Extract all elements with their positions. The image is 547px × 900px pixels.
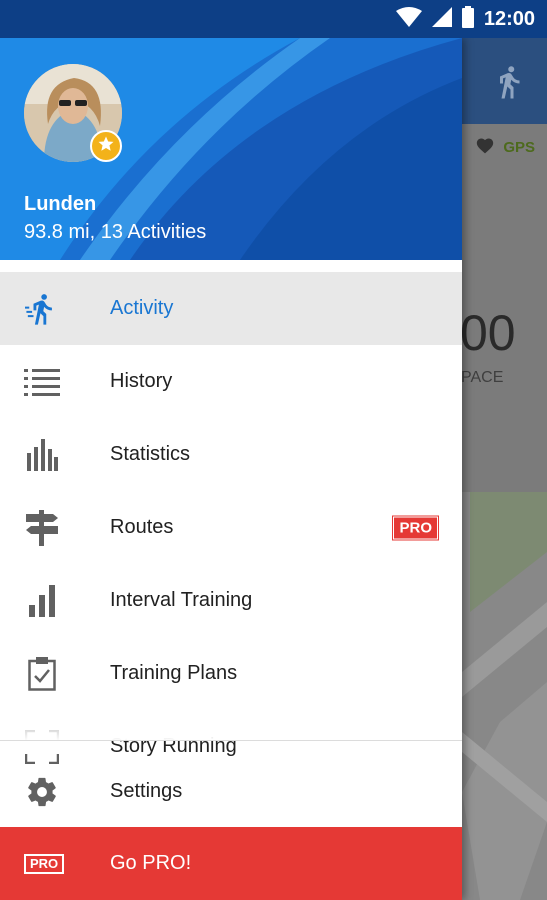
bar-chart-icon: [24, 437, 60, 473]
menu-label-history: History: [110, 370, 173, 392]
user-stats: 93.8 mi, 13 Activities: [24, 221, 207, 243]
menu-label-routes: Routes: [110, 516, 174, 538]
navigation-drawer: Lunden 93.8 mi, 13 Activities Activity H…: [0, 38, 462, 900]
go-pro-label: Go PRO!: [110, 852, 192, 874]
signal-icon: [431, 6, 452, 32]
menu-item-interval-training[interactable]: Interval Training: [0, 564, 462, 637]
heart-icon: [475, 136, 495, 159]
drawer-menu: Activity History Statistics Routes PRO I…: [0, 272, 462, 783]
status-time: 12:00: [483, 7, 535, 30]
menu-item-routes[interactable]: Routes PRO: [0, 491, 462, 564]
battery-icon: [461, 5, 474, 33]
menu-label-statistics: Statistics: [110, 443, 191, 465]
drawer-header: Lunden 93.8 mi, 13 Activities: [0, 38, 462, 260]
signpost-icon: [24, 509, 60, 546]
list-icon: [24, 364, 60, 400]
divider: [0, 740, 462, 741]
menu-label-interval-training: Interval Training: [110, 589, 253, 611]
menu-item-history[interactable]: History: [0, 345, 462, 418]
menu-item-statistics[interactable]: Statistics: [0, 418, 462, 491]
clipboard-check-icon: [24, 656, 60, 692]
star-icon: [97, 135, 115, 158]
pro-badge: PRO: [392, 515, 439, 540]
menu-item-settings[interactable]: Settings: [0, 755, 462, 828]
menu-item-training-plans[interactable]: Training Plans: [0, 637, 462, 710]
user-name: Lunden: [24, 193, 97, 215]
menu-label-activity: Activity: [110, 297, 174, 319]
pace-label: PACE: [461, 369, 504, 386]
go-pro-button[interactable]: PRO Go PRO!: [0, 827, 462, 900]
status-bar: 12:00: [0, 0, 547, 38]
menu-item-activity[interactable]: Activity: [0, 272, 462, 345]
runner-icon: [24, 291, 60, 327]
gps-label: GPS: [503, 139, 535, 156]
interval-bars-icon: [24, 583, 60, 619]
wifi-icon: [395, 6, 422, 32]
runner-icon: [491, 64, 527, 105]
big-value: 00: [460, 305, 516, 361]
menu-label-settings: Settings: [110, 780, 183, 802]
menu-label-training-plans: Training Plans: [110, 662, 238, 684]
pro-icon: PRO: [24, 853, 65, 874]
star-badge: [90, 130, 122, 162]
gear-icon: [24, 774, 60, 810]
